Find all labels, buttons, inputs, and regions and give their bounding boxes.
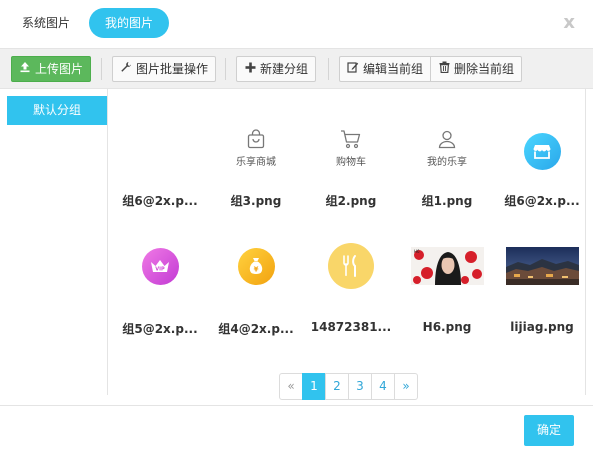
pagination-page-4[interactable]: 4	[371, 373, 395, 400]
vip-badge-text: VIP	[155, 267, 165, 273]
image-filename: 14872381...	[310, 320, 392, 334]
wrench-icon	[119, 57, 133, 81]
image-item[interactable]: 乐享商城 组3.png	[208, 89, 304, 209]
image-filename: 组4@2x.p...	[218, 322, 294, 336]
image-thumbnail	[494, 217, 590, 301]
portrait-photo: H6	[410, 247, 484, 285]
image-item[interactable]: ¥ 组4@2x.p...	[208, 217, 304, 337]
image-filename: lijiag.png	[510, 320, 574, 334]
toolbar-divider	[101, 58, 102, 80]
trash-icon	[437, 57, 451, 81]
pagination-page-2[interactable]: 2	[325, 373, 349, 400]
image-thumbnail-blank	[112, 89, 208, 173]
footer-divider	[0, 405, 593, 406]
image-item[interactable]: 组6@2x.p...	[112, 89, 208, 209]
image-item[interactable]: H6 H6.png	[399, 217, 495, 337]
image-thumbnail	[494, 89, 590, 173]
upload-icon	[18, 57, 32, 81]
image-thumbnail: 我的乐享	[399, 89, 495, 173]
delete-group-label: 删除当前组	[454, 62, 515, 76]
tab-system-images[interactable]: 系统图片	[22, 8, 70, 38]
new-group-label: 新建分组	[260, 62, 309, 76]
tab-bar: 系统图片 我的图片 x	[0, 0, 593, 48]
svg-text:H6: H6	[414, 249, 420, 254]
store-icon	[523, 132, 561, 170]
image-item[interactable]: 购物车 组2.png	[303, 89, 399, 209]
sidebar-item-default-group[interactable]: 默认分组	[7, 96, 107, 125]
image-filename: 组5@2x.p...	[122, 322, 198, 336]
image-caption: 购物车	[336, 156, 366, 168]
fork-knife-icon	[328, 243, 374, 289]
image-thumbnail: VIP	[112, 217, 208, 301]
image-filename: 组6@2x.p...	[122, 194, 198, 208]
image-filename: 组2.png	[325, 194, 377, 208]
image-item[interactable]: lijiag.png	[494, 217, 590, 337]
edit-icon	[346, 57, 360, 81]
toolbar: 上传图片 图片批量操作 新建分组 编辑当前组 删除当前组	[0, 48, 593, 89]
confirm-button[interactable]: 确定	[524, 415, 574, 446]
image-item[interactable]: 组6@2x.p...	[494, 89, 590, 209]
pagination-next[interactable]: »	[394, 373, 418, 400]
new-group-button[interactable]: 新建分组	[236, 56, 316, 82]
tab-my-images[interactable]: 我的图片	[89, 8, 169, 38]
edit-group-button[interactable]: 编辑当前组	[339, 56, 431, 82]
svg-text:¥: ¥	[254, 266, 259, 274]
shopping-cart-icon	[341, 129, 361, 148]
money-bag-icon: ¥	[237, 247, 275, 285]
vip-crown-icon: VIP	[141, 247, 179, 285]
toolbar-divider	[328, 58, 329, 80]
pagination-page-3[interactable]: 3	[348, 373, 372, 400]
delete-group-button[interactable]: 删除当前组	[430, 56, 522, 82]
landscape-photo	[505, 247, 579, 285]
image-thumbnail	[303, 217, 399, 301]
shopping-bag-icon	[247, 128, 265, 148]
upload-label: 上传图片	[35, 62, 84, 76]
group-sidebar: 默认分组	[0, 89, 108, 395]
pagination: « 1 2 3 4 »	[279, 373, 418, 400]
image-picker-dialog: 系统图片 我的图片 x 上传图片 图片批量操作 新建分组 编辑当前组 删除当前组…	[0, 0, 593, 451]
image-caption: 我的乐享	[427, 156, 467, 168]
edit-group-label: 编辑当前组	[363, 62, 424, 76]
image-filename: H6.png	[422, 320, 472, 334]
batch-label: 图片批量操作	[136, 62, 209, 76]
image-filename: 组1.png	[421, 194, 473, 208]
upload-image-button[interactable]: 上传图片	[11, 56, 91, 82]
image-item[interactable]: 14872381...	[303, 217, 399, 337]
image-gallery: 组6@2x.p... 乐享商城 组3.png 购物车 组2.png 我的乐享 组…	[108, 89, 585, 369]
image-thumbnail: 购物车	[303, 89, 399, 173]
user-icon	[438, 130, 456, 148]
image-thumbnail: 乐享商城	[208, 89, 304, 173]
image-item[interactable]: VIP 组5@2x.p...	[112, 217, 208, 337]
image-thumbnail: H6	[399, 217, 495, 301]
image-item[interactable]: 我的乐享 组1.png	[399, 89, 495, 209]
pagination-prev[interactable]: «	[279, 373, 303, 400]
pagination-page-1[interactable]: 1	[302, 373, 326, 400]
plus-icon	[243, 57, 257, 81]
image-filename: 组6@2x.p...	[504, 194, 580, 208]
toolbar-divider	[225, 58, 226, 80]
close-icon[interactable]: x	[563, 12, 575, 33]
image-filename: 组3.png	[230, 194, 282, 208]
batch-operations-button[interactable]: 图片批量操作	[112, 56, 216, 82]
image-caption: 乐享商城	[236, 156, 276, 168]
image-thumbnail: ¥	[208, 217, 304, 301]
